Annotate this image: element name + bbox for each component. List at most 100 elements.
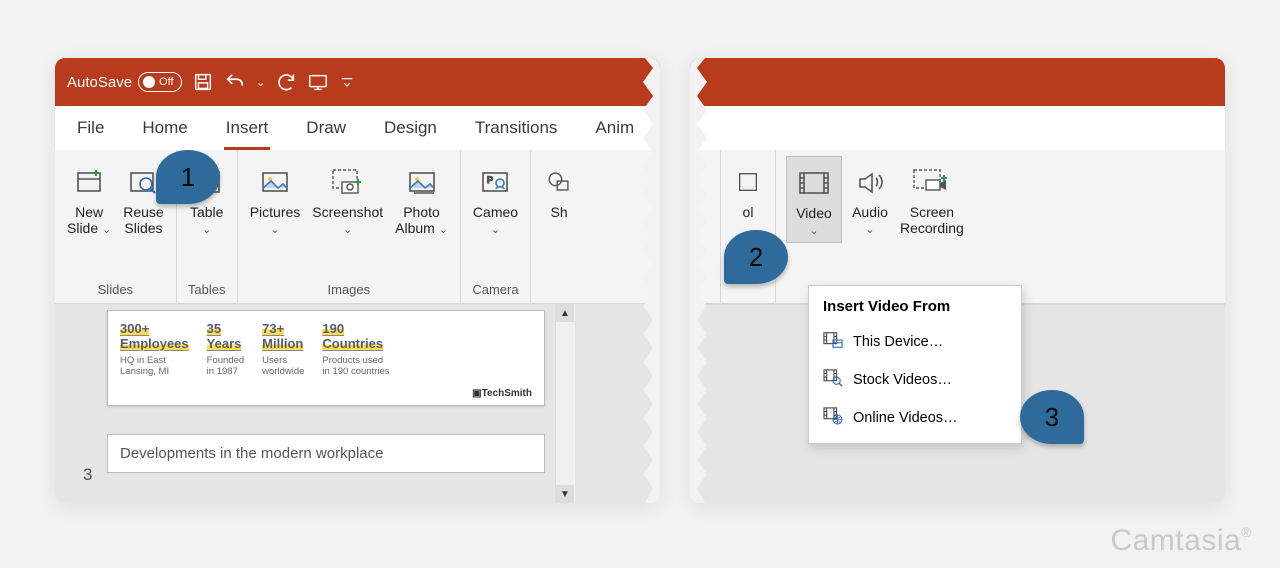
ribbon-tabs: File Home Insert Draw Design Transitions… [55,106,660,150]
photo-album-button[interactable]: Photo Album ⌄ [393,156,450,241]
undo-dropdown-icon[interactable]: ⌄ [256,76,265,89]
torn-edge-right [637,58,660,503]
shapes-button-partial[interactable]: Sh [541,156,577,224]
tab-animations-partial[interactable]: Anim [589,106,640,150]
tab-home[interactable]: Home [136,106,193,150]
audio-button[interactable]: Audio⌄ [850,156,890,241]
cameo-label: Cameo⌄ [473,204,518,237]
symbol-button-partial[interactable]: ol [731,156,765,224]
new-slide-icon [71,160,107,204]
svg-text:P: P [487,175,493,185]
stats-row: 300+ Employees HQ in East Lansing, MI 35… [120,321,532,378]
tab-file[interactable]: File [71,106,110,150]
camtasia-watermark: Camtasia® [1110,524,1252,558]
shapes-icon [543,160,575,204]
save-icon[interactable] [192,71,214,93]
qat-customize-icon[interactable] [339,74,355,90]
audio-icon [852,160,888,204]
stat-3: 73+ Million Users worldwide [262,321,304,378]
slide-thumbnail-3[interactable]: Developments in the modern workplace [107,434,545,473]
screenshot-icon [328,160,368,204]
group-images: Pictures⌄ Screenshot⌄ Photo Album ⌄ Imag… [238,150,461,303]
film-device-icon [823,331,843,353]
video-button[interactable]: Video⌄ [786,156,842,243]
thumbnail-scrollbar[interactable]: ▲ ▼ [555,304,575,503]
autosave-state: Off [159,76,173,88]
symbol-label-partial: ol [743,204,754,220]
annotation-2-number: 2 [749,242,763,273]
tab-draw[interactable]: Draw [300,106,352,150]
screen-recording-button[interactable]: Screen Recording [898,156,966,240]
menu-stock-videos[interactable]: Stock Videos… [809,361,1021,399]
annotation-balloon-2: 2 [724,230,788,284]
cameo-button[interactable]: P Cameo⌄ [471,156,520,241]
screen-recording-icon [910,160,954,204]
reuse-slides-label: Reuse Slides [123,204,163,236]
annotation-3-number: 3 [1045,402,1059,433]
pictures-icon [257,160,293,204]
group-media: Video⌄ Audio⌄ Screen Recording [776,150,976,303]
present-icon[interactable] [307,71,329,93]
menu-online-videos-label: Online Videos… [853,410,958,426]
group-slides-label: Slides [98,280,133,301]
table-label: Table⌄ [190,204,223,237]
brand-label: ▣TechSmith [120,388,532,399]
title-bar-right [690,58,1225,106]
video-label: Video⌄ [796,205,832,238]
shapes-label-partial: Sh [551,204,568,220]
film-globe-icon [823,407,843,429]
menu-this-device-label: This Device… [853,334,943,350]
audio-label: Audio⌄ [852,204,888,237]
screenshot-label: Screenshot⌄ [312,204,383,237]
tab-transitions[interactable]: Transitions [469,106,564,150]
autosave-label: AutoSave [67,74,132,91]
film-search-icon [823,369,843,391]
menu-online-videos[interactable]: Online Videos… [809,399,1021,437]
scroll-down-icon[interactable]: ▼ [556,485,574,503]
group-images-label: Images [328,280,371,301]
title-bar: AutoSave Off ⌄ [55,58,660,106]
video-dropdown-menu: Insert Video From This Device… Stock Vid… [808,285,1022,444]
torn-edge-left [690,58,713,503]
group-partial-left: Sh [531,150,587,303]
new-slide-label: New Slide ⌄ [67,204,111,237]
slide-panel-area: 300+ Employees HQ in East Lansing, MI 35… [55,304,660,503]
tab-insert[interactable]: Insert [220,106,275,150]
group-camera: P Cameo⌄ Camera [461,150,531,303]
ribbon-tabs-right [690,106,1225,150]
slide-thumbnail-column: 300+ Employees HQ in East Lansing, MI 35… [55,304,555,503]
screen-recording-label: Screen Recording [900,204,964,236]
stat-1: 300+ Employees HQ in East Lansing, MI [120,321,189,378]
stat-2: 35 Years Founded in 1987 [207,321,245,378]
ribbon-left: New Slide ⌄ Reuse Slides Slides Table⌄ [55,150,660,304]
slide-thumbnail-2[interactable]: 300+ Employees HQ in East Lansing, MI 35… [107,310,545,406]
dropdown-title: Insert Video From [809,296,1021,323]
group-camera-label: Camera [472,280,518,301]
slide-3-title: Developments in the modern workplace [120,445,383,462]
new-slide-button[interactable]: New Slide ⌄ [65,156,113,241]
scroll-up-icon[interactable]: ▲ [556,304,574,322]
symbol-icon [733,160,763,204]
slide-number-3: 3 [83,465,92,485]
photo-album-label: Photo Album ⌄ [395,204,448,237]
autosave-switch[interactable]: Off [138,72,182,92]
menu-stock-videos-label: Stock Videos… [853,372,952,388]
photo-album-icon [404,160,440,204]
stat-4: 190 Countries Products used in 190 count… [322,321,389,378]
annotation-1-number: 1 [181,162,195,193]
powerpoint-window-left: AutoSave Off ⌄ File Home Insert Draw Des… [55,58,660,503]
video-icon [795,161,833,205]
pictures-label: Pictures⌄ [250,204,301,237]
menu-this-device[interactable]: This Device… [809,323,1021,361]
group-tables-label: Tables [188,280,226,301]
redo-icon[interactable] [275,71,297,93]
switch-dot-icon [143,76,155,88]
screenshot-button[interactable]: Screenshot⌄ [310,156,385,241]
cameo-icon: P [477,160,513,204]
annotation-balloon-1: 1 [156,150,220,204]
autosave-toggle[interactable]: AutoSave Off [67,72,182,92]
pictures-button[interactable]: Pictures⌄ [248,156,303,241]
undo-icon[interactable] [224,71,246,93]
annotation-balloon-3: 3 [1020,390,1084,444]
tab-design[interactable]: Design [378,106,443,150]
